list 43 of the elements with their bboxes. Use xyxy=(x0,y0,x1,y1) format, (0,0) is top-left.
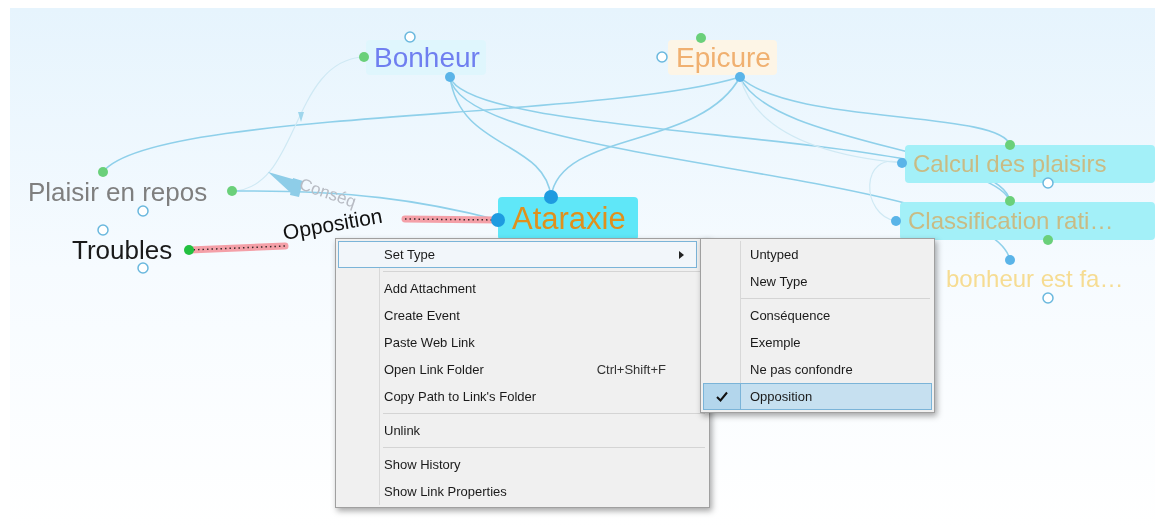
connection-dot xyxy=(1005,140,1015,150)
menu-item[interactable]: Untyped xyxy=(703,241,932,268)
connection-ring xyxy=(1042,177,1054,189)
connection-dot xyxy=(359,52,369,62)
menu-item[interactable]: Exemple xyxy=(703,329,932,356)
thought-label[interactable]: Troubles xyxy=(64,233,179,267)
connection-dot xyxy=(897,158,907,168)
shortcut-text: Ctrl+Shift+F xyxy=(596,360,666,379)
menu-item[interactable]: Show History xyxy=(338,451,697,478)
menu-item[interactable]: Show Link Properties xyxy=(338,478,697,505)
arrowhead-icon xyxy=(298,112,304,122)
menu-item[interactable]: Create Event xyxy=(338,302,697,329)
menu-item[interactable]: Paste Web Link xyxy=(338,329,697,356)
connection-dot xyxy=(1005,196,1015,206)
connection-dot xyxy=(891,216,901,226)
connection-ring xyxy=(97,224,109,236)
menu-item[interactable]: Add Attachment xyxy=(338,275,697,302)
thought-label[interactable]: Plaisir en repos xyxy=(20,175,214,209)
menu-item[interactable]: Set Type xyxy=(338,241,697,268)
menu-item[interactable]: Ne pas confondre xyxy=(703,356,932,383)
connection-dot xyxy=(544,190,558,204)
connection-dot xyxy=(696,33,706,43)
connection-dot xyxy=(445,72,455,82)
connection-dot xyxy=(735,72,745,82)
connection-dot xyxy=(491,213,505,227)
menu-item[interactable]: Opposition xyxy=(703,383,932,410)
connection-dot xyxy=(98,167,108,177)
menu-item[interactable]: New Type xyxy=(703,268,932,295)
connection-ring xyxy=(137,205,149,217)
submenu-arrow-icon xyxy=(679,250,684,259)
connection-dot xyxy=(1005,255,1015,265)
connection-ring xyxy=(1042,292,1054,304)
connection-dot xyxy=(227,186,237,196)
checkmark-icon xyxy=(716,391,728,402)
menu-item[interactable]: Copy Path to Link's Folder xyxy=(338,383,697,410)
connection-ring xyxy=(656,51,668,63)
menu-item[interactable]: Conséquence xyxy=(703,302,932,329)
connection-ring xyxy=(404,31,416,43)
menu-item[interactable]: Unlink xyxy=(338,417,697,444)
connection-dot xyxy=(184,245,194,255)
menu-item[interactable]: Open Link Folder Ctrl+Shift+F xyxy=(338,356,697,383)
connection-ring xyxy=(137,262,149,274)
connection-dot xyxy=(1043,235,1053,245)
